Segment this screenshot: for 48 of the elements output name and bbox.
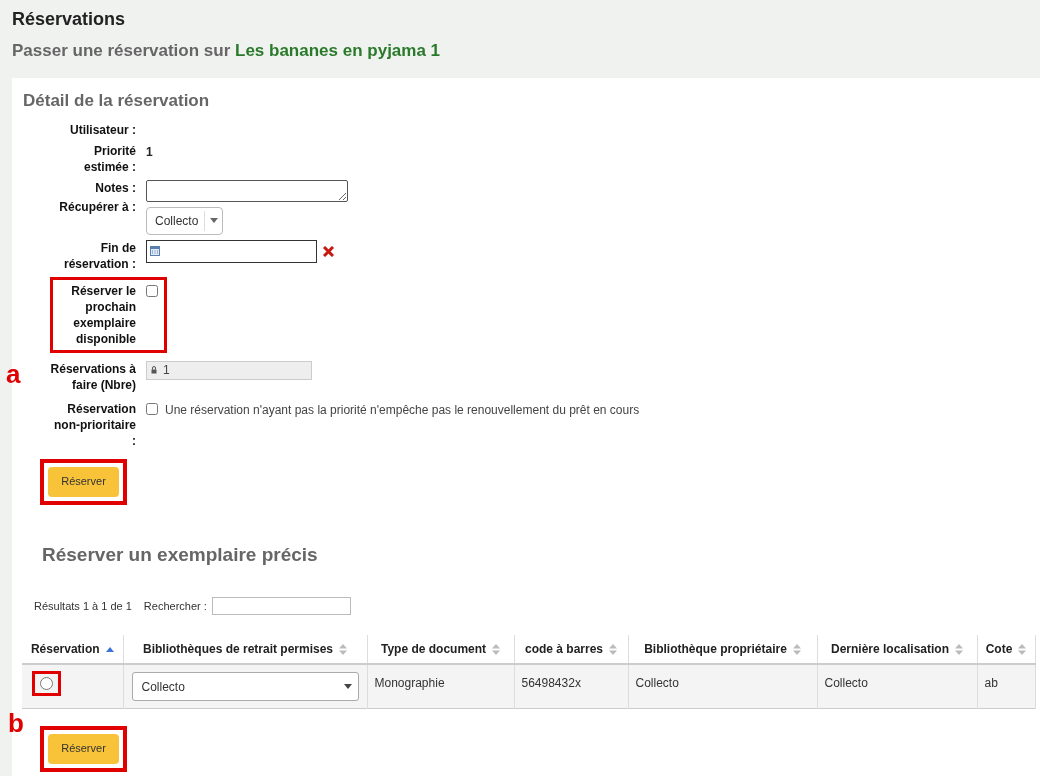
results-info: Résultats 1 à 1 de 1: [34, 598, 132, 614]
column-header[interactable]: Réservation: [30, 640, 100, 658]
annotation-letter: a: [6, 357, 21, 391]
field-label: Priorité estimée :: [82, 142, 136, 175]
section-heading: Réserver un exemplaire précis: [42, 542, 319, 567]
notes-field[interactable]: [146, 179, 348, 202]
pickup-select[interactable]: Collecto: [146, 206, 223, 235]
field-value: 1: [146, 143, 153, 161]
page-title: Réservations: [12, 8, 127, 31]
checkbox[interactable]: [146, 402, 158, 415]
field-label: Fin de réservation :: [62, 239, 136, 272]
lock-icon: [151, 366, 157, 374]
field-label: Notes :: [94, 179, 136, 196]
caret-icon: [210, 218, 218, 223]
checkbox-label: Une réservation n'ayant pas la priorité n'empêche pas le renouvellement du prêt en cours: [165, 401, 640, 419]
sort-ascending-icon[interactable]: [105, 646, 114, 652]
column-header[interactable]: Dernière localisation: [830, 640, 949, 658]
subtitle-text: Passer une réservation sur: [12, 41, 231, 60]
clear-icon[interactable]: [323, 245, 334, 257]
table-cell: Monographie: [374, 676, 445, 690]
calendar-icon: [150, 246, 160, 256]
field-label: Utilisateur :: [69, 121, 136, 138]
column-header[interactable]: code à barres: [524, 640, 603, 658]
field-label: Réservations à faire (Nbre): [49, 360, 136, 393]
table-cell: Collecto: [824, 676, 868, 690]
search-field[interactable]: [211, 597, 351, 615]
reserve-button[interactable]: Réserver: [48, 466, 119, 497]
field-label: Réserver le prochain exemplaire disponible: [70, 282, 136, 347]
record-title-link[interactable]: Les bananes en pyjama 1: [235, 41, 441, 60]
field-label: Récupérer à :: [58, 198, 136, 215]
pickup-select[interactable]: Collecto: [131, 672, 359, 701]
column-header[interactable]: Cote: [985, 640, 1013, 658]
radio-button[interactable]: [40, 677, 53, 690]
column-header[interactable]: Bibliothèque propriétaire: [644, 640, 787, 658]
section-heading: Détail de la réservation: [23, 90, 211, 112]
table-cell: 56498432x: [521, 676, 581, 690]
caret-icon: [343, 684, 352, 689]
annotation-letter: b: [8, 706, 24, 740]
table-cell: Collecto: [635, 676, 679, 690]
search-label: Rechercher :: [143, 598, 207, 614]
column-header[interactable]: Bibliothèques de retrait permises: [142, 640, 334, 658]
table-cell: ab: [984, 676, 998, 690]
column-header[interactable]: Type de document: [380, 640, 487, 658]
reserve-button[interactable]: Réserver: [48, 733, 119, 764]
locked-field: 1: [146, 360, 312, 380]
checkbox[interactable]: [146, 284, 158, 297]
date-field[interactable]: [146, 239, 317, 263]
field-label: Réservation non-prioritaire :: [53, 400, 136, 449]
